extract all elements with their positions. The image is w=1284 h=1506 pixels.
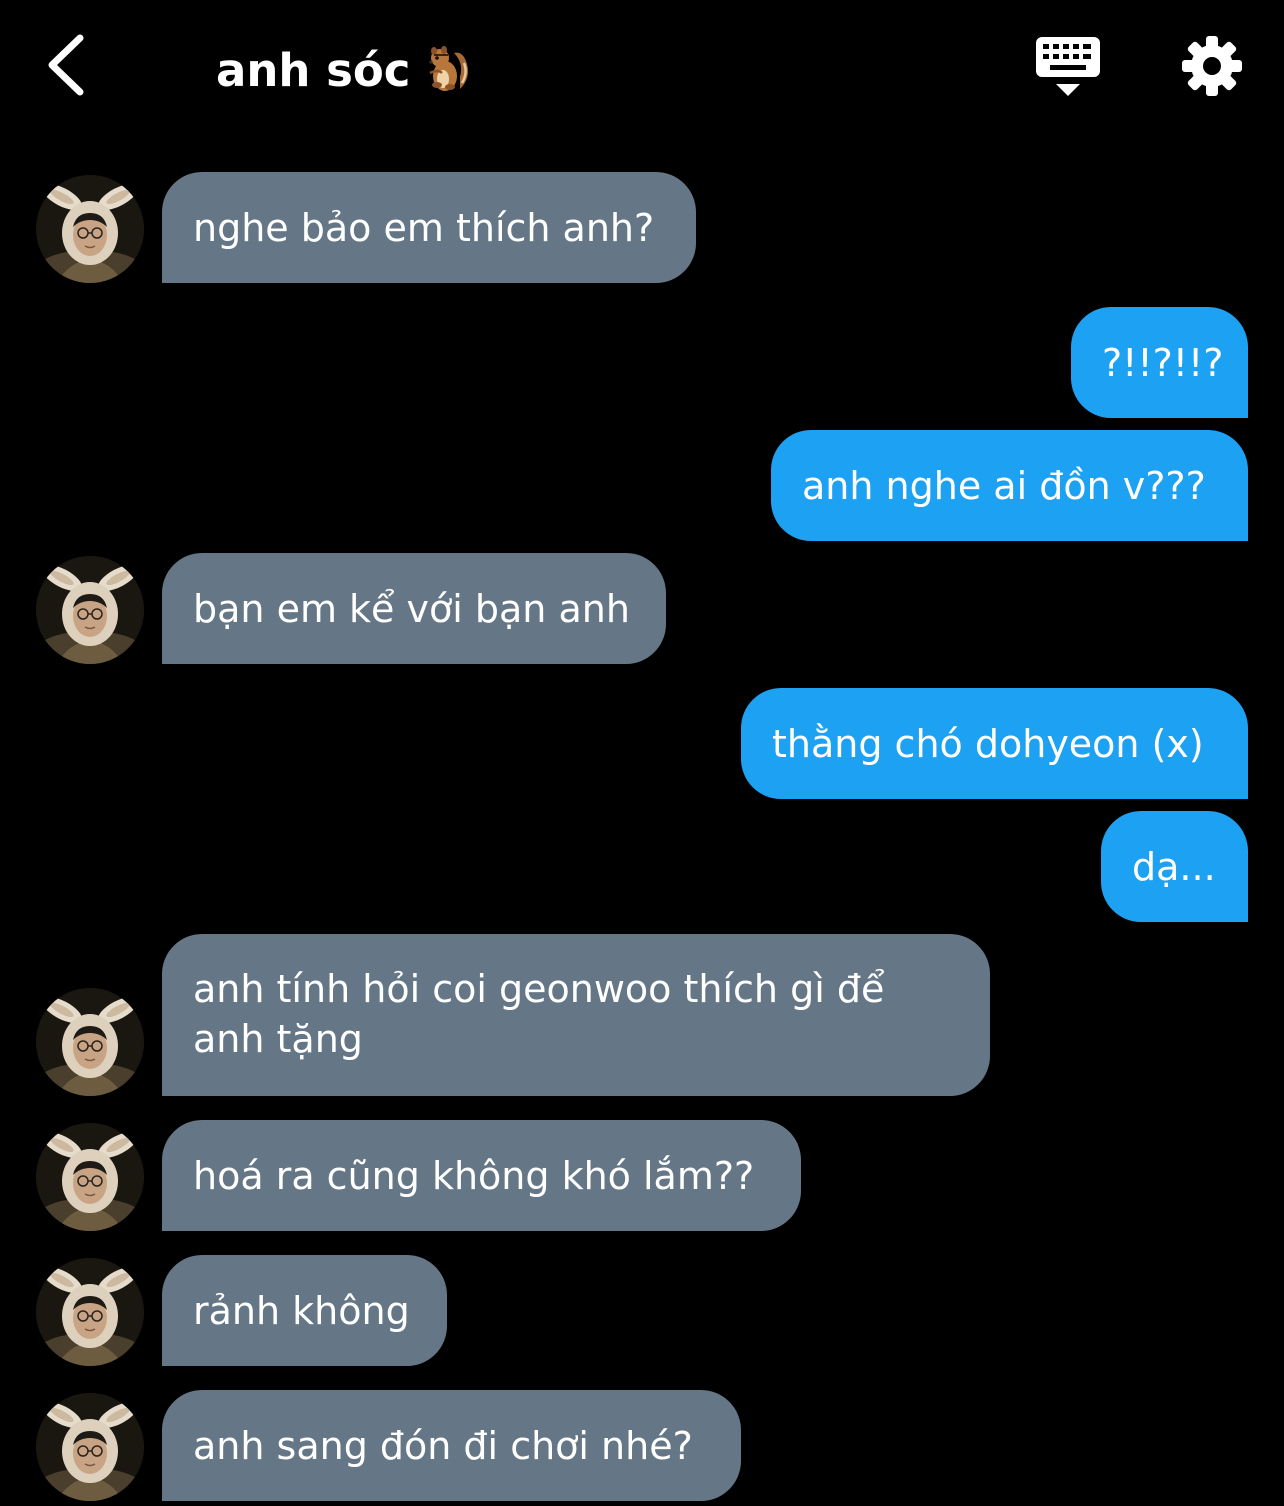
avatar-photo <box>36 1258 144 1366</box>
keyboard-toggle-button[interactable] <box>1034 34 1102 100</box>
message-text: anh tính hỏi coi geonwoo thích gì để anh… <box>193 967 885 1061</box>
gear-icon <box>1182 36 1242 96</box>
message-text: anh sang đón đi chơi nhé? <box>193 1423 693 1468</box>
message-text: anh nghe ai đồn v??? <box>802 463 1206 508</box>
message-outgoing[interactable]: anh nghe ai đồn v??? <box>771 430 1248 541</box>
message-text: dạ... <box>1132 844 1216 889</box>
avatar-photo <box>36 556 144 664</box>
avatar[interactable] <box>36 1258 144 1366</box>
contact-name: anh sóc <box>216 43 411 97</box>
chevron-left-icon <box>48 34 84 96</box>
chat-header: anh sóc <box>0 0 1284 140</box>
message-outgoing[interactable]: thằng chó dohyeon (x) <box>741 688 1248 799</box>
keyboard-hide-icon <box>1036 37 1100 96</box>
avatar-photo <box>36 1123 144 1231</box>
message-text: ?!!?!!? <box>1102 340 1224 385</box>
message-incoming[interactable]: rảnh không <box>162 1255 447 1366</box>
message-outgoing[interactable]: dạ... <box>1101 811 1248 922</box>
avatar[interactable] <box>36 1123 144 1231</box>
message-incoming[interactable]: hoá ra cũng không khó lắm?? <box>162 1120 801 1231</box>
avatar[interactable] <box>36 556 144 664</box>
message-incoming[interactable]: anh sang đón đi chơi nhé? <box>162 1390 741 1501</box>
avatar-photo <box>36 988 144 1096</box>
avatar[interactable] <box>36 988 144 1096</box>
message-incoming[interactable]: anh tính hỏi coi geonwoo thích gì để anh… <box>162 934 990 1096</box>
message-outgoing[interactable]: ?!!?!!? <box>1071 307 1248 418</box>
avatar[interactable] <box>36 175 144 283</box>
conversation-title: anh sóc <box>216 38 474 102</box>
back-button[interactable] <box>40 30 100 100</box>
settings-button[interactable] <box>1180 34 1244 98</box>
message-text: nghe bảo em thích anh? <box>193 205 655 250</box>
chipmunk-emoji-icon <box>429 46 469 91</box>
message-incoming[interactable]: bạn em kể với bạn anh <box>162 553 666 664</box>
message-text: thằng chó dohyeon (x) <box>772 721 1204 766</box>
avatar-photo <box>36 1393 144 1501</box>
avatar[interactable] <box>36 1393 144 1501</box>
message-incoming[interactable]: nghe bảo em thích anh? <box>162 172 696 283</box>
message-text: bạn em kể với bạn anh <box>193 586 630 631</box>
message-text: rảnh không <box>193 1288 410 1333</box>
message-text: hoá ra cũng không khó lắm?? <box>193 1153 755 1198</box>
avatar-photo <box>36 175 144 283</box>
